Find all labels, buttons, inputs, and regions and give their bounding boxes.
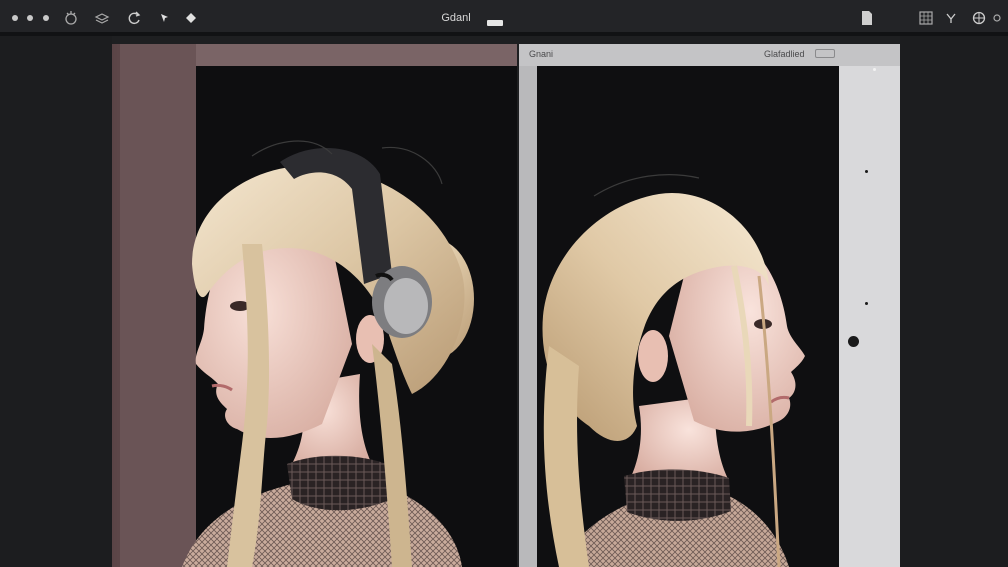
brush-settings-icon[interactable] <box>62 9 80 27</box>
document-icon[interactable] <box>858 9 876 27</box>
status-dot <box>873 68 876 71</box>
right-panel-header: Gnani Glafadlied <box>519 44 900 67</box>
left-compare-panel[interactable] <box>112 44 517 567</box>
left-portrait-image <box>112 44 517 567</box>
editor-canvas[interactable]: Gnani Glafadlied <box>0 36 1008 567</box>
layers-tool-icon[interactable] <box>93 9 111 27</box>
right-panel-left-label: Gnani <box>529 49 554 59</box>
rotate-tool-icon[interactable] <box>125 9 143 27</box>
gear-icon[interactable] <box>990 9 1004 27</box>
right-panel-chip[interactable] <box>815 49 835 58</box>
globe-icon[interactable] <box>970 9 988 27</box>
diamond-tool-icon[interactable] <box>182 9 200 27</box>
right-panel-sidebar <box>839 66 900 567</box>
cursor-tool-icon[interactable] <box>155 9 173 27</box>
right-panel-right-label: Glafadlied <box>764 49 805 59</box>
record-dot[interactable] <box>848 336 859 347</box>
window-dot-icon[interactable] <box>37 9 55 27</box>
right-portrait-image <box>519 66 839 567</box>
right-gutter <box>900 36 1008 567</box>
title-indicator <box>487 20 503 26</box>
marker-dot <box>865 170 868 173</box>
filter-icon[interactable] <box>942 9 960 27</box>
marker-dot <box>865 302 868 305</box>
right-compare-panel[interactable]: Gnani Glafadlied <box>519 44 900 567</box>
top-toolbar: Gdanl <box>0 0 1008 36</box>
window-title: Gdanl <box>441 12 471 24</box>
grid-icon[interactable] <box>917 9 935 27</box>
left-gutter <box>0 36 112 567</box>
